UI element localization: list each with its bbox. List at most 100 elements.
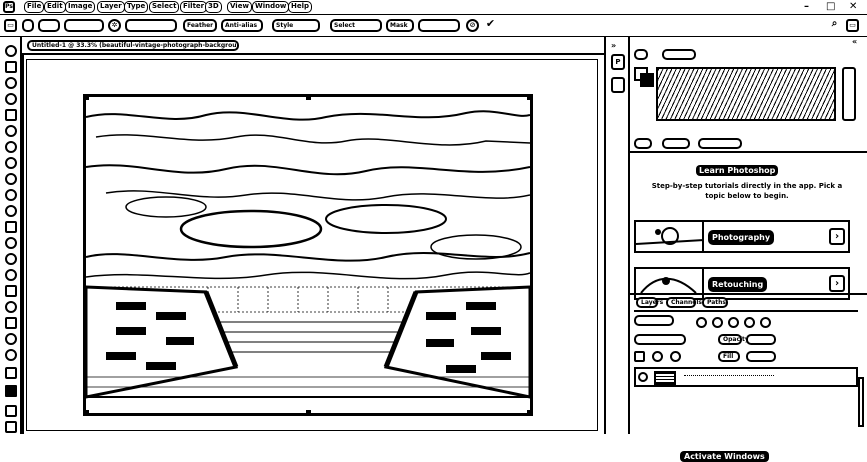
style-dropdown[interactable]: Style xyxy=(272,19,320,32)
blend-mode-dropdown[interactable] xyxy=(634,334,686,345)
menu-type[interactable]: Type xyxy=(124,1,149,13)
path-selection-tool-icon[interactable] xyxy=(5,301,17,313)
menu-layer[interactable]: Layer xyxy=(97,1,125,13)
learn-title: Learn Photoshop xyxy=(696,165,779,176)
maximize-button[interactable]: □ xyxy=(826,1,835,13)
filter-adjustment-icon[interactable] xyxy=(712,317,723,328)
extra-option-button[interactable] xyxy=(418,19,460,32)
transform-handle[interactable] xyxy=(86,410,89,413)
transform-handle[interactable] xyxy=(306,97,311,100)
marquee-tool-icon[interactable] xyxy=(5,61,17,73)
chevron-right-icon[interactable]: › xyxy=(829,228,845,245)
hue-slider[interactable] xyxy=(842,67,856,121)
menu-view[interactable]: View xyxy=(227,1,252,13)
rectangle-tool-icon[interactable] xyxy=(5,317,17,329)
panel-tab-swatches[interactable] xyxy=(662,49,696,60)
menu-file[interactable]: File xyxy=(24,1,45,13)
transform-handle[interactable] xyxy=(527,97,530,100)
clone-stamp-tool-icon[interactable] xyxy=(5,173,17,185)
marquee-tool-icon[interactable]: ▭ xyxy=(4,19,17,32)
libraries-panel-icon[interactable] xyxy=(611,77,625,93)
layer-name xyxy=(684,375,774,379)
select-and-mask-button[interactable]: Mask xyxy=(386,19,414,32)
panel-tab-properties[interactable] xyxy=(634,138,652,149)
pen-tool-icon[interactable] xyxy=(5,269,17,281)
menu-3d[interactable]: 3D xyxy=(205,1,222,13)
value-field[interactable] xyxy=(125,19,177,32)
panel-tab-channels[interactable]: Channels xyxy=(666,297,702,308)
transform-handle[interactable] xyxy=(527,410,530,413)
workspace-icon[interactable]: ▭ xyxy=(846,19,859,32)
cancel-icon[interactable]: ⊘ xyxy=(466,19,479,32)
filter-pixel-icon[interactable] xyxy=(696,317,707,328)
filter-shape-icon[interactable] xyxy=(744,317,755,328)
gradient-tool-icon[interactable] xyxy=(5,221,17,233)
panel-tab-adjustments[interactable] xyxy=(662,138,690,149)
transform-handle[interactable] xyxy=(86,97,89,100)
select-subject-button[interactable]: Select xyxy=(330,19,382,32)
learn-card-retouching[interactable]: Retouching › xyxy=(634,267,850,300)
panel-collapse-icon[interactable]: « xyxy=(852,37,857,46)
minimize-button[interactable]: – xyxy=(804,1,809,13)
commit-check-icon[interactable]: ✔ xyxy=(484,18,497,32)
blur-tool-icon[interactable] xyxy=(5,237,17,249)
brush-tool-icon[interactable] xyxy=(5,157,17,169)
anti-alias-field[interactable]: Anti-alias xyxy=(221,19,263,32)
menu-filter[interactable]: Filter xyxy=(180,1,208,13)
document-canvas[interactable] xyxy=(83,94,533,416)
menu-window[interactable]: Window xyxy=(252,1,290,13)
hand-tool-icon[interactable] xyxy=(5,333,17,345)
healing-brush-tool-icon[interactable] xyxy=(5,141,17,153)
size-field[interactable] xyxy=(64,19,104,32)
lock-artboard-icon[interactable] xyxy=(670,351,681,362)
zoom-tool-icon[interactable] xyxy=(5,349,17,361)
opacity-input[interactable] xyxy=(746,334,776,345)
panel-divider xyxy=(630,293,867,295)
layer-filter-dropdown[interactable] xyxy=(634,315,674,326)
lock-position-icon[interactable] xyxy=(652,351,663,362)
panel-tab-paths[interactable]: Paths xyxy=(702,297,728,308)
panel-collapse-icon[interactable]: » xyxy=(611,41,616,50)
eyedropper-tool-icon[interactable] xyxy=(5,125,17,137)
quick-mask-icon[interactable] xyxy=(5,405,17,417)
document-tab[interactable]: Untitled-1 @ 33.3% (beautiful-vintage-ph… xyxy=(27,40,239,51)
settings-icon[interactable]: ✲ xyxy=(108,19,121,32)
eraser-tool-icon[interactable] xyxy=(5,205,17,217)
filter-smart-object-icon[interactable] xyxy=(760,317,771,328)
edit-toolbar-icon[interactable] xyxy=(5,367,17,379)
close-button[interactable]: ✕ xyxy=(849,1,857,13)
search-icon[interactable]: ⌕ xyxy=(828,19,841,32)
quick-select-tool-icon[interactable] xyxy=(5,93,17,105)
panel-icon-strip: » P xyxy=(604,37,630,434)
dodge-tool-icon[interactable] xyxy=(5,253,17,265)
chevron-right-icon[interactable]: › xyxy=(829,275,845,292)
color-spectrum[interactable] xyxy=(656,67,836,121)
history-brush-tool-icon[interactable] xyxy=(5,189,17,201)
scrollbar[interactable] xyxy=(858,377,864,427)
panel-tab-color[interactable] xyxy=(634,49,648,60)
color-swatch-bg[interactable] xyxy=(640,73,654,87)
menu-image[interactable]: Image xyxy=(65,1,96,13)
lasso-tool-icon[interactable] xyxy=(5,77,17,89)
lock-pixels-icon[interactable] xyxy=(634,351,645,362)
learn-card-photography[interactable]: Photography › xyxy=(634,220,850,253)
layer-row[interactable] xyxy=(634,367,858,387)
fill-input[interactable] xyxy=(746,351,776,362)
eye-icon[interactable] xyxy=(638,372,648,382)
move-tool-icon[interactable] xyxy=(5,45,17,57)
transform-handle[interactable] xyxy=(306,410,311,413)
type-tool-icon[interactable] xyxy=(5,285,17,297)
tool-preset-dropdown[interactable] xyxy=(22,19,34,32)
screen-mode-icon[interactable] xyxy=(5,421,17,433)
filter-type-icon[interactable] xyxy=(728,317,739,328)
selection-mode-field[interactable] xyxy=(38,19,60,32)
menu-help[interactable]: Help xyxy=(288,1,313,13)
learn-panel-icon[interactable]: P xyxy=(611,54,625,70)
panel-tab-learn[interactable] xyxy=(698,138,742,149)
crop-tool-icon[interactable] xyxy=(5,109,17,121)
foreground-color-swatch[interactable] xyxy=(5,385,17,397)
panel-tab-layers[interactable]: Layers xyxy=(636,297,663,308)
feather-field[interactable]: Feather xyxy=(183,19,217,32)
menu-select[interactable]: Select xyxy=(149,1,180,13)
menu-edit[interactable]: Edit xyxy=(44,1,66,13)
